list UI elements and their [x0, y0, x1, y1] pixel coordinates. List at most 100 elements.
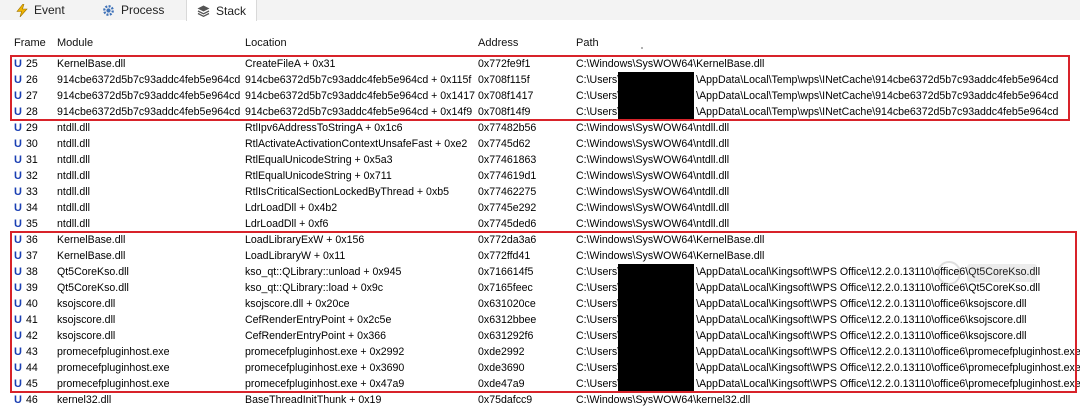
redaction-block — [618, 344, 694, 360]
module-cell: 914cbe6372d5b7c93addc4feb5e964cd — [57, 74, 241, 86]
table-row[interactable]: U 45 promecefpluginhost.exe promecefpluginh… — [0, 376, 1080, 392]
user-mode-icon: U — [14, 394, 22, 406]
user-mode-icon: U — [14, 314, 22, 326]
table-row[interactable]: U 31 ntdll.dll RtlEqualUnicodeString + 0x5a… — [0, 152, 1080, 168]
path-prefix: C:\Users\ — [576, 266, 621, 278]
column-header-frame[interactable]: Frame — [14, 37, 46, 49]
frame-number: 25 — [25, 58, 38, 70]
user-mode-icon: U — [14, 250, 22, 262]
frame-cell: U 41 — [0, 312, 57, 328]
watermark — [935, 258, 1045, 294]
path-cell: C:\Windows\SysWOW64\ntdll.dll — [576, 184, 1080, 200]
module-cell: ntdll.dll — [57, 202, 90, 214]
path-prefix: C:\Users\ — [576, 282, 621, 294]
user-mode-icon: U — [14, 122, 22, 134]
frame-cell: U 29 — [0, 120, 57, 136]
frame-number: 31 — [25, 154, 38, 166]
table-row[interactable]: U 39 Qt5CoreKso.dll kso_qt::QLibrary::load … — [0, 280, 1080, 296]
table-row[interactable]: U 36 KernelBase.dll LoadLibraryExW + 0x156 0… — [0, 232, 1080, 248]
stack-table: U 25 KernelBase.dll CreateFileA + 0x31 0x772… — [0, 56, 1080, 408]
module-cell: promecefpluginhost.exe — [57, 378, 170, 390]
location-cell: CefRenderEntryPoint + 0x2c5e — [245, 314, 392, 326]
path-prefix: C:\Users\ — [576, 90, 621, 102]
module-cell: KernelBase.dll — [57, 234, 126, 246]
layers-icon — [197, 5, 210, 17]
redaction-block — [618, 88, 694, 104]
frame-cell: U 30 — [0, 136, 57, 152]
sort-indicator — [641, 47, 643, 49]
user-mode-icon: U — [14, 106, 22, 118]
table-row[interactable]: U 33 ntdll.dll RtlIsCriticalSectionLockedBy… — [0, 184, 1080, 200]
frame-number: 27 — [25, 90, 38, 102]
table-row[interactable]: U 29 ntdll.dll RtlIpv6AddressToStringA + 0x… — [0, 120, 1080, 136]
column-header-address[interactable]: Address — [478, 37, 518, 49]
table-row[interactable]: U 41 ksojscore.dll CefRenderEntryPoint + 0x… — [0, 312, 1080, 328]
user-mode-icon: U — [14, 170, 22, 182]
user-mode-icon: U — [14, 378, 22, 390]
module-cell: ntdll.dll — [57, 122, 90, 134]
address-cell: 0xde3690 — [478, 362, 525, 374]
path-prefix: C:\Users\ — [576, 378, 621, 390]
table-row[interactable]: U 34 ntdll.dll LdrLoadDll + 0x4b2 0x7745e292… — [0, 200, 1080, 216]
module-cell: 914cbe6372d5b7c93addc4feb5e964cd — [57, 106, 241, 118]
module-cell: ksojscore.dll — [57, 330, 116, 342]
user-mode-icon: U — [14, 218, 22, 230]
path-text: C:\Windows\SysWOW64\ntdll.dll — [576, 218, 730, 230]
path-cell: C:\Windows\SysWOW64\ntdll.dll — [576, 216, 1080, 232]
location-cell: CreateFileA + 0x31 — [245, 58, 336, 70]
path-prefix: C:\Users\ — [576, 298, 621, 310]
column-header-path[interactable]: Path — [576, 37, 599, 49]
path-suffix: \AppData\Local\Temp\wps\INetCache\914cbe… — [696, 74, 1059, 86]
frame-number: 38 — [25, 266, 38, 278]
location-cell: 914cbe6372d5b7c93addc4feb5e964cd + 0x115… — [245, 74, 472, 86]
table-row[interactable]: U 32 ntdll.dll RtlEqualUnicodeString + 0x71… — [0, 168, 1080, 184]
table-row[interactable]: U 42 ksojscore.dll CefRenderEntryPoint + 0x… — [0, 328, 1080, 344]
frame-number: 35 — [25, 218, 38, 230]
table-row[interactable]: U 26 914cbe6372d5b7c93addc4feb5e964cd 914cb… — [0, 72, 1080, 88]
address-cell: 0x772da3a6 — [478, 234, 537, 246]
column-header-location[interactable]: Location — [245, 37, 287, 49]
location-cell: RtlIsCriticalSectionLockedByThread + 0xb… — [245, 186, 450, 198]
table-row[interactable]: U 25 KernelBase.dll CreateFileA + 0x31 0x772… — [0, 56, 1080, 72]
table-row[interactable]: U 37 KernelBase.dll LoadLibraryW + 0x11 0x77… — [0, 248, 1080, 264]
path-cell: C:\Windows\SysWOW64\ntdll.dll — [576, 120, 1080, 136]
path-text: C:\Windows\SysWOW64\KernelBase.dll — [576, 234, 765, 246]
redaction-block — [618, 376, 694, 392]
module-cell: ntdll.dll — [57, 138, 90, 150]
tab-stack[interactable]: Stack — [186, 0, 258, 21]
frame-number: 34 — [25, 202, 38, 214]
table-row[interactable]: U 43 promecefpluginhost.exe promecefpluginh… — [0, 344, 1080, 360]
address-cell: 0x774619d1 — [478, 170, 537, 182]
path-suffix: \AppData\Local\Kingsoft\WPS Office\12.2.… — [696, 314, 1027, 326]
location-cell: promecefpluginhost.exe + 0x2992 — [245, 346, 405, 358]
table-row[interactable]: U 38 Qt5CoreKso.dll kso_qt::QLibrary::unloa… — [0, 264, 1080, 280]
table-row[interactable]: U 44 promecefpluginhost.exe promecefpluginh… — [0, 360, 1080, 376]
path-prefix: C:\Users\ — [576, 74, 621, 86]
location-cell: LdrLoadDll + 0xf6 — [245, 218, 329, 230]
tab-process[interactable]: Process — [92, 0, 174, 20]
user-mode-icon: U — [14, 58, 22, 70]
user-mode-icon: U — [14, 138, 22, 150]
user-mode-icon: U — [14, 74, 22, 86]
path-cell: C:\Windows\SysWOW64\KernelBase.dll — [576, 232, 1080, 248]
table-row[interactable]: U 35 ntdll.dll LdrLoadDll + 0xf6 0x7745ded6 C… — [0, 216, 1080, 232]
path-cell: C:\Windows\SysWOW64\ntdll.dll — [576, 168, 1080, 184]
path-suffix: \AppData\Local\Temp\wps\INetCache\914cbe… — [696, 106, 1059, 118]
path-text: C:\Windows\SysWOW64\KernelBase.dll — [576, 58, 765, 70]
table-row[interactable]: U 28 914cbe6372d5b7c93addc4feb5e964cd 914cb… — [0, 104, 1080, 120]
user-mode-icon: U — [14, 330, 22, 342]
module-cell: ntdll.dll — [57, 170, 90, 182]
path-prefix: C:\Users\ — [576, 106, 621, 118]
path-prefix: C:\Users\ — [576, 330, 621, 342]
column-header-module[interactable]: Module — [57, 37, 93, 49]
tab-event[interactable]: Event — [6, 0, 75, 20]
redaction-block — [618, 264, 694, 280]
path-text: C:\Windows\SysWOW64\ntdll.dll — [576, 122, 730, 134]
table-row[interactable]: U 40 ksojscore.dll ksojscore.dll + 0x20ce 0x… — [0, 296, 1080, 312]
table-row[interactable]: U 30 ntdll.dll RtlActivateActivationContext… — [0, 136, 1080, 152]
table-row[interactable]: U 27 914cbe6372d5b7c93addc4feb5e964cd 914cb… — [0, 88, 1080, 104]
user-mode-icon: U — [14, 282, 22, 294]
module-cell: ntdll.dll — [57, 154, 90, 166]
frame-cell: U 37 — [0, 248, 57, 264]
user-mode-icon: U — [14, 346, 22, 358]
